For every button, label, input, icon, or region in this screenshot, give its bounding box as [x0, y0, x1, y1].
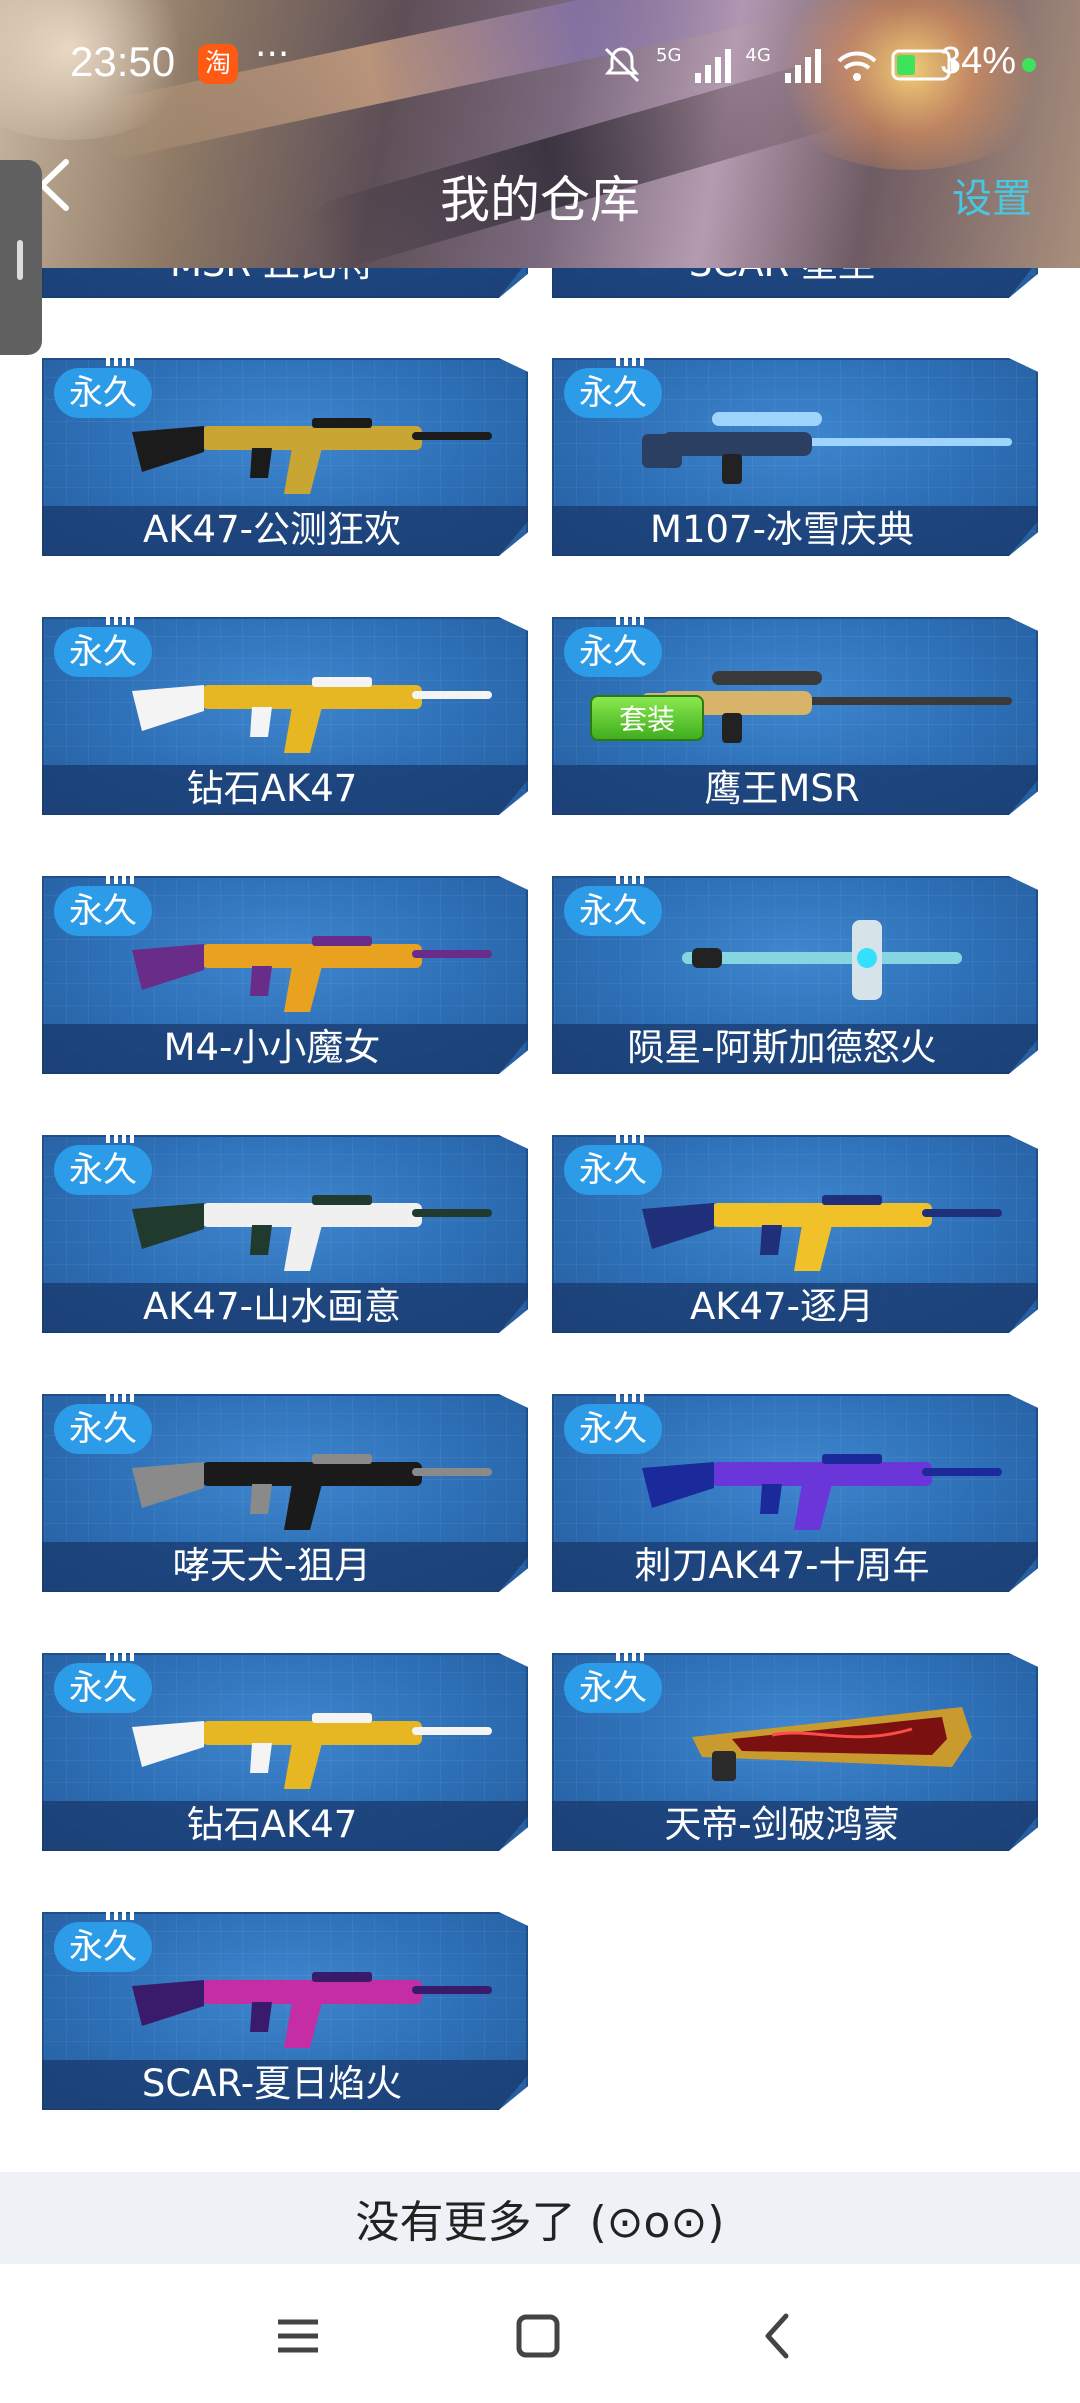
network-5g-label: 5G [656, 44, 682, 66]
menu-icon [278, 2319, 318, 2353]
item-name: AK47-山水画意 [142, 1285, 401, 1328]
warehouse-item-card[interactable]: 永久哮天犬-狙月 [42, 1386, 528, 1592]
item-name: 钻石AK47 [186, 767, 358, 810]
permanent-badge: 永久 [564, 886, 662, 936]
ak47-rifle-icon [132, 418, 492, 494]
permanent-badge: 永久 [564, 1404, 662, 1454]
card-tick-marks [616, 609, 648, 625]
permanent-badge: 永久 [54, 1663, 152, 1713]
assault-rifle-icon [132, 1454, 492, 1530]
card-tick-marks [106, 868, 138, 884]
ak47-rifle-icon [642, 1195, 1002, 1271]
warehouse-item-card[interactable]: 永久刺刀AK47-十周年 [552, 1386, 1038, 1592]
item-name: SCAR-夏日焰火 [141, 2062, 403, 2105]
permanent-badge: 永久 [54, 627, 152, 677]
taobao-app-icon: 淘 [198, 44, 238, 84]
suit-badge: 套装 [590, 695, 704, 741]
home-icon [516, 2314, 560, 2358]
battery-percent: 34% [940, 40, 1017, 82]
sniper-rifle-icon [642, 412, 1012, 484]
status-time: 23:50 [70, 38, 176, 85]
m4-rifle-icon [132, 936, 492, 1012]
status-bar: 23:50 淘 ··· 5G 4G 34% [0, 0, 1080, 130]
card-tick-marks [616, 868, 648, 884]
warehouse-item-card[interactable]: 永久天帝-剑破鸿蒙 [552, 1645, 1038, 1851]
mute-icon [604, 47, 640, 83]
item-name: 天帝-剑破鸿蒙 [664, 1803, 900, 1846]
card-tick-marks [616, 350, 648, 366]
card-tick-marks [106, 1904, 138, 1920]
home-button[interactable] [508, 2306, 568, 2366]
item-name: 鹰王MSR [704, 767, 860, 810]
side-drawer-handle[interactable] [0, 160, 42, 355]
permanent-badge: 永久 [564, 1663, 662, 1713]
warehouse-item-card[interactable]: 永久套装 鹰王MSR [552, 609, 1038, 815]
item-name: AK47-公测狂欢 [142, 508, 401, 551]
status-icons: 5G 4G [600, 40, 959, 90]
nav-row: 我的仓库 设置 [0, 150, 1080, 230]
warehouse-item-card[interactable]: 永久 M107-冰雪庆典 [552, 350, 1038, 556]
screen: 23:50 淘 ··· 5G 4G 34% 我的仓库 设置 永久 AK47-公测… [0, 0, 1080, 2403]
warehouse-item-card[interactable]: 永久 AK47-公测狂欢 [42, 350, 528, 556]
hammer-icon [682, 920, 962, 1000]
ak47-rifle-icon [132, 1195, 492, 1271]
warehouse-item-card[interactable]: 永久钻石AK47 [42, 609, 528, 815]
settings-button[interactable]: 设置 [952, 166, 1032, 224]
item-name: M107-冰雪庆典 [650, 508, 914, 551]
card-tick-marks [616, 1386, 648, 1402]
item-name: 刺刀AK47-十周年 [634, 1544, 930, 1587]
system-navigation-bar [0, 2264, 1080, 2403]
launcher-icon [692, 1707, 972, 1781]
ak47-rifle-icon [642, 1454, 1002, 1530]
warehouse-item-card[interactable]: 永久 SCAR-夏日焰火 [42, 1904, 528, 2110]
permanent-badge: 永久 [54, 886, 152, 936]
warehouse-item-card[interactable]: 永久钻石AK47 [42, 1645, 528, 1851]
permanent-badge: 永久 [54, 1404, 152, 1454]
item-name: M4-小小魔女 [163, 1026, 381, 1069]
ak47-rifle-icon [132, 1713, 492, 1789]
signal-4g-icon [784, 49, 821, 83]
permanent-badge: 永久 [54, 368, 152, 418]
system-back-button[interactable] [748, 2306, 808, 2366]
scar-rifle-icon [132, 1972, 492, 2048]
back-icon [765, 2313, 789, 2359]
card-tick-marks [106, 350, 138, 366]
card-tick-marks [106, 609, 138, 625]
item-name: 哮天犬-狙月 [172, 1544, 372, 1587]
charging-indicator [1022, 58, 1036, 72]
signal-5g-icon [695, 49, 732, 83]
page-title: 我的仓库 [440, 171, 640, 229]
more-notifications-icon: ··· [255, 34, 290, 75]
warehouse-item-card[interactable]: 永久 AK47-山水画意 [42, 1127, 528, 1333]
network-4g-label: 4G [745, 44, 771, 66]
wifi-icon [837, 51, 877, 81]
ak47-rifle-icon [132, 677, 492, 753]
card-tick-marks [106, 1127, 138, 1143]
warehouse-item-card[interactable]: 永久陨星-阿斯加德怒火 [552, 868, 1038, 1074]
warehouse-item-card[interactable]: 永久 M4-小小魔女 [42, 868, 528, 1074]
item-name: 陨星-阿斯加德怒火 [627, 1026, 937, 1069]
item-name: 钻石AK47 [186, 1803, 358, 1846]
card-tick-marks [616, 1127, 648, 1143]
permanent-badge: 永久 [564, 1145, 662, 1195]
card-tick-marks [616, 1645, 648, 1661]
card-tick-marks [106, 1386, 138, 1402]
no-more-text: 没有更多了 (⊙o⊙) [355, 2197, 725, 2248]
warehouse-item-card[interactable]: 永久 AK47-逐月 [552, 1127, 1038, 1333]
permanent-badge: 永久 [54, 1922, 152, 1972]
recent-apps-button[interactable] [268, 2306, 328, 2366]
item-name: AK47-逐月 [689, 1285, 874, 1328]
permanent-badge: 永久 [564, 627, 662, 677]
card-tick-marks [106, 1645, 138, 1661]
header-banner: 23:50 淘 ··· 5G 4G 34% 我的仓库 设置 [0, 0, 1080, 268]
permanent-badge: 永久 [54, 1145, 152, 1195]
permanent-badge: 永久 [564, 368, 662, 418]
